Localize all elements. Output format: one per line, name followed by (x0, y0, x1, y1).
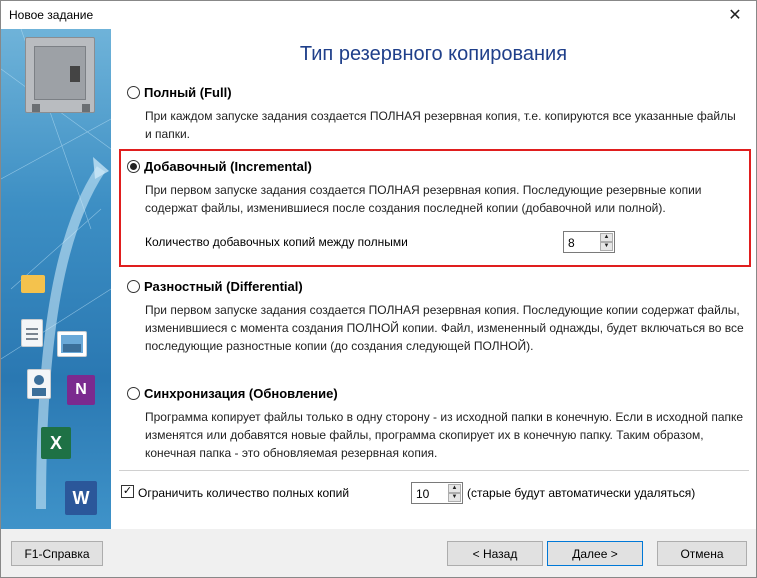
option-differential-description: При первом запуске задания создается ПОЛ… (145, 303, 744, 353)
footer: F1-Справка < Назад Далее > Отмена (1, 529, 756, 577)
help-button[interactable]: F1-Справка (11, 541, 103, 566)
limit-full-checkbox[interactable]: ✓ (121, 485, 134, 498)
incremental-count-label: Количество добавочных копий между полным… (145, 235, 408, 249)
image-icon (57, 331, 87, 357)
window-title: Новое задание (9, 8, 94, 22)
limit-full-hint: (старые будут автоматически удаляться) (467, 486, 696, 500)
limit-full-value[interactable]: 10 (416, 487, 429, 501)
close-icon[interactable]: ✕ (714, 1, 756, 29)
option-incremental-label[interactable]: Добавочный (Incremental) (144, 159, 312, 174)
next-button[interactable]: Далее > (547, 541, 643, 566)
limit-full-stepper[interactable]: 10 ▲ ▼ (411, 482, 463, 504)
onenote-icon: N (67, 375, 95, 405)
back-button[interactable]: < Назад (447, 541, 543, 566)
safe-icon (25, 37, 95, 113)
cancel-button[interactable]: Отмена (657, 541, 747, 566)
document-icon (21, 319, 43, 347)
spin-up-icon[interactable]: ▲ (448, 484, 461, 493)
title-bar: Новое задание ✕ (1, 1, 756, 29)
option-full-description: При каждом запуске задания создается ПОЛ… (145, 109, 736, 141)
contact-icon (27, 369, 51, 399)
spin-up-icon[interactable]: ▲ (600, 233, 613, 242)
incremental-count-value[interactable]: 8 (568, 236, 575, 250)
spin-down-icon[interactable]: ▼ (600, 242, 613, 251)
separator (119, 470, 749, 471)
option-sync-label[interactable]: Синхронизация (Обновление) (144, 386, 338, 401)
limit-full-spin-buttons: ▲ ▼ (448, 484, 461, 502)
limit-full-label[interactable]: Ограничить количество полных копий (138, 486, 349, 500)
radio-differential[interactable] (127, 280, 140, 293)
option-full-label[interactable]: Полный (Full) (144, 85, 232, 100)
incremental-count-spin-buttons: ▲ ▼ (600, 233, 613, 251)
radio-sync[interactable] (127, 387, 140, 400)
radio-incremental[interactable] (127, 160, 140, 173)
option-differential-label[interactable]: Разностный (Differential) (144, 279, 303, 294)
main-content: Тип резервного копирования Полный (Full)… (111, 29, 756, 529)
option-sync-description: Программа копирует файлы только в одну с… (145, 410, 744, 460)
incremental-count-stepper[interactable]: 8 ▲ ▼ (563, 231, 615, 253)
word-icon: W (65, 481, 97, 515)
wizard-sidebar: N X W (1, 29, 111, 529)
option-incremental-description: При первом запуске задания создается ПОЛ… (145, 183, 702, 215)
radio-full[interactable] (127, 86, 140, 99)
folder-icon (21, 275, 45, 293)
excel-icon: X (41, 427, 71, 459)
page-title: Тип резервного копирования (299, 43, 568, 65)
spin-down-icon[interactable]: ▼ (448, 493, 461, 502)
dialog-window: Новое задание ✕ N X W Тип резервного коп… (0, 0, 757, 578)
